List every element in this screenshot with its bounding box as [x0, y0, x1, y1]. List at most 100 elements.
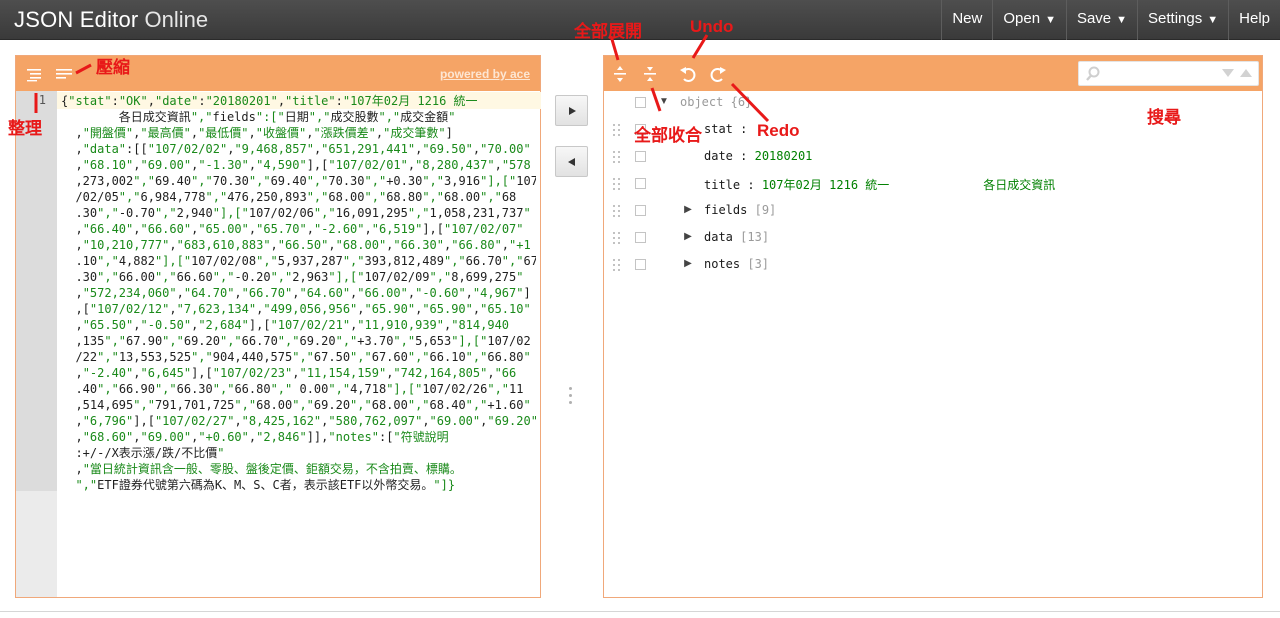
context-menu-button[interactable]: [635, 232, 646, 243]
drag-handle-icon[interactable]: [613, 205, 621, 217]
expand-icon[interactable]: ▶: [682, 231, 694, 243]
tree-root-key: object: [680, 95, 724, 109]
panel-splitter[interactable]: [569, 387, 573, 409]
code-line: ,"572,234,060","64.70","66.70","64.60","…: [61, 286, 531, 300]
annotation-expand-all: 全部展開: [574, 22, 642, 41]
collapse-icon[interactable]: ▼: [658, 96, 670, 108]
undo-icon: [680, 67, 696, 82]
drag-handle-icon[interactable]: [613, 259, 621, 271]
code-line: ,135","67.90","69.20","66.70","69.20","+…: [61, 334, 531, 348]
menu-new-label: New: [952, 10, 983, 27]
menu-help-label: Help: [1239, 10, 1270, 27]
code-line: ,["107/02/12","7,623,134","499,056,956",…: [61, 302, 531, 316]
annotation-redo: Redo: [757, 121, 800, 140]
tree-row-notes[interactable]: ▶ notes [3]: [604, 252, 1244, 279]
tree-panel: ▼ object {6} stat : date : 20180201 titl…: [603, 55, 1263, 598]
code-line: ,"6,796"],["107/02/27","8,425,162","580,…: [61, 414, 536, 428]
code-line: ,"開盤價","最高價","最低價","收盤價","漲跌價差","成交筆數"]: [61, 126, 453, 140]
expand-icon[interactable]: ▶: [682, 258, 694, 270]
compact-icon: [56, 69, 72, 79]
annotation-compact: 壓縮: [96, 58, 130, 77]
drag-handle-icon[interactable]: [613, 178, 621, 190]
drag-handle-icon[interactable]: [613, 151, 621, 163]
tree-row-date[interactable]: date : 20180201: [604, 144, 1244, 171]
tree-value[interactable]: 107年02月 1216 統一 各日成交資訊: [762, 178, 1055, 192]
drag-handle-icon[interactable]: [613, 124, 621, 136]
code-line: ,"10,210,777","683,610,883","66.50","68.…: [61, 238, 531, 252]
menu-settings[interactable]: Settings ▼: [1137, 0, 1228, 40]
annotation-search: 搜尋: [1147, 108, 1181, 127]
menu-save[interactable]: Save ▼: [1065, 0, 1137, 40]
tree-item-stat: stat :: [704, 122, 755, 136]
search-icon: [1086, 66, 1100, 81]
tree-root-label: object {6}: [680, 95, 752, 109]
tree-item-data: data [13]: [704, 230, 769, 244]
copy-to-tree-button[interactable]: [555, 95, 588, 126]
tree-key[interactable]: title: [704, 178, 740, 192]
search-previous-icon[interactable]: [1239, 66, 1253, 80]
tree-separator: :: [732, 122, 755, 136]
footer-divider: [0, 611, 1280, 612]
context-menu-button[interactable]: [635, 151, 646, 162]
tree-row-fields[interactable]: ▶ fields [9]: [604, 198, 1244, 225]
format-button[interactable]: [22, 62, 46, 86]
code-line: {"stat":"OK","date":"20180201","title":"…: [61, 94, 478, 108]
tree-value[interactable]: 20180201: [755, 149, 813, 163]
copy-to-code-button[interactable]: [555, 146, 588, 177]
code-line: :+/-/X表示漲/跌/不比價": [61, 446, 225, 460]
tree-row-data[interactable]: ▶ data [13]: [604, 225, 1244, 252]
compact-button[interactable]: [52, 62, 76, 86]
code-line: ,514,695","791,701,725","68.00","69.20",…: [61, 398, 531, 412]
powered-by-ace-link[interactable]: powered by ace: [440, 67, 530, 81]
redo-button[interactable]: [706, 62, 730, 86]
code-line: /22","13,553,525","904,440,575","67.50",…: [61, 350, 531, 364]
arrow-left-icon: [567, 157, 575, 166]
expand-all-button[interactable]: [608, 62, 632, 86]
expand-icon[interactable]: ▶: [682, 204, 694, 216]
code-line: 各日成交資訊","fields":["日期","成交股數","成交金額": [61, 110, 456, 124]
chevron-down-icon: ▼: [1045, 14, 1056, 26]
tree-key[interactable]: data: [704, 230, 733, 244]
tree-separator: :: [740, 178, 762, 192]
context-menu-button[interactable]: [635, 97, 646, 108]
drag-handle-icon[interactable]: [613, 232, 621, 244]
tree-key[interactable]: fields: [704, 203, 747, 217]
tree-root-count: {6}: [730, 95, 753, 109]
context-menu-button[interactable]: [635, 178, 646, 189]
context-menu-button[interactable]: [635, 259, 646, 270]
context-menu-button[interactable]: [635, 205, 646, 216]
code-line: ,"66.40","66.60","65.00","65.70","-2.60"…: [61, 222, 524, 236]
code-line: .30","66.00","66.60","-0.20","2,963"],["…: [61, 270, 524, 284]
code-editor-text[interactable]: {"stat":"OK","date":"20180201","title":"…: [61, 93, 536, 493]
format-icon: [27, 69, 41, 82]
tree-key[interactable]: notes: [704, 257, 740, 271]
code-line: ,"-2.40","6,645"],["107/02/23","11,154,1…: [61, 366, 517, 380]
tree-row-title[interactable]: title : 107年02月 1216 統一 各日成交資訊: [604, 171, 1244, 198]
code-line: /02/05","6,984,778","476,250,893","68.00…: [61, 190, 517, 204]
code-line: .10","4,882"],["107/02/08","5,937,287","…: [61, 254, 536, 268]
arrow-right-icon: [568, 106, 576, 115]
code-toolbar: powered by ace: [16, 56, 540, 91]
redo-icon: [710, 67, 726, 82]
search-box: [1078, 61, 1259, 86]
annotation-undo: Undo: [690, 17, 734, 36]
code-line: .30","-0.70","2,940"],["107/02/06","16,0…: [61, 206, 531, 220]
main-menu: New Open ▼ Save ▼ Settings ▼ Help: [941, 0, 1280, 40]
menu-help[interactable]: Help: [1228, 0, 1280, 40]
code-line: ,"68.10","69.00","-1.30","4,590"],["107/…: [61, 158, 531, 172]
search-next-icon[interactable]: [1221, 66, 1235, 80]
logo-title: JSON Editor: [14, 7, 139, 32]
code-line: ,"65.50","-0.50","2,684"],["107/02/21","…: [61, 318, 510, 332]
search-input[interactable]: [1105, 64, 1215, 83]
code-panel: powered by ace 1 {"stat":"OK","date":"20…: [15, 55, 541, 598]
tree-key[interactable]: date: [704, 149, 733, 163]
menu-new[interactable]: New: [941, 0, 992, 40]
app-logo[interactable]: JSON Editor Online: [14, 6, 208, 34]
collapse-all-button[interactable]: [638, 62, 662, 86]
undo-button[interactable]: [676, 62, 700, 86]
line-number: 1: [38, 93, 46, 107]
chevron-down-icon: ▼: [1116, 14, 1128, 26]
tree-count: [3]: [747, 257, 770, 271]
tree-key[interactable]: stat: [704, 122, 733, 136]
menu-open[interactable]: Open ▼: [992, 0, 1066, 40]
